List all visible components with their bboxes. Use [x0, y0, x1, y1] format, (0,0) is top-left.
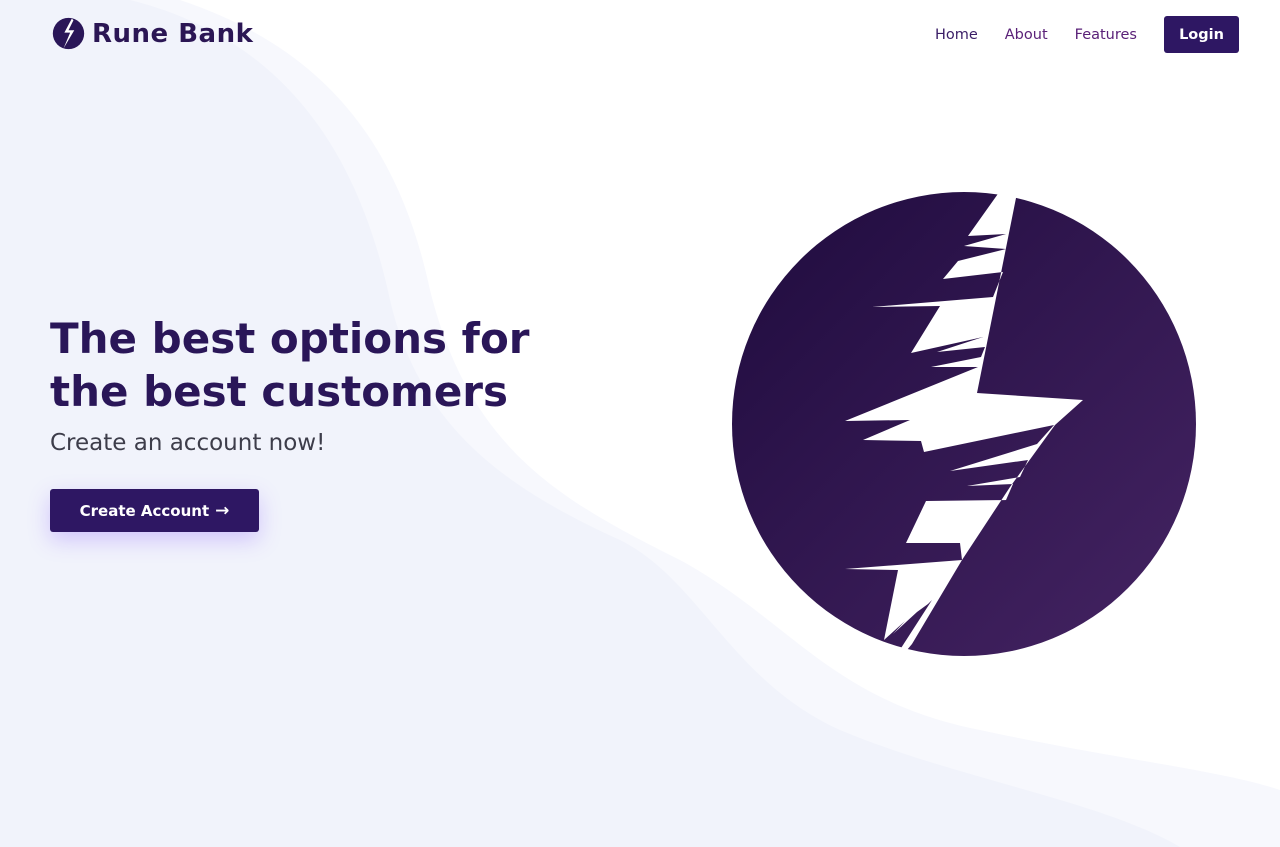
nav-link-features[interactable]: Features [1075, 27, 1137, 43]
top-nav: Home About Features Login [935, 16, 1239, 53]
create-account-button[interactable]: Create Account → [50, 489, 259, 532]
nav-link-about[interactable]: About [1005, 27, 1048, 43]
nav-link-home[interactable]: Home [935, 27, 978, 43]
login-button[interactable]: Login [1164, 16, 1239, 53]
hero-title: The best options for the best customers [50, 314, 530, 416]
arrow-right-icon: → [215, 500, 230, 521]
landing-page: Rune Bank Home About Features Login The … [0, 0, 1280, 847]
brand-logo-link[interactable]: Rune Bank [52, 17, 253, 50]
brand-name: Rune Bank [92, 18, 254, 49]
lightning-bolt-circle-icon [732, 160, 1196, 687]
lightning-bolt-circle-icon [52, 17, 85, 50]
create-account-label: Create Account [79, 501, 210, 520]
hero-subtitle: Create an account now! [50, 430, 326, 456]
